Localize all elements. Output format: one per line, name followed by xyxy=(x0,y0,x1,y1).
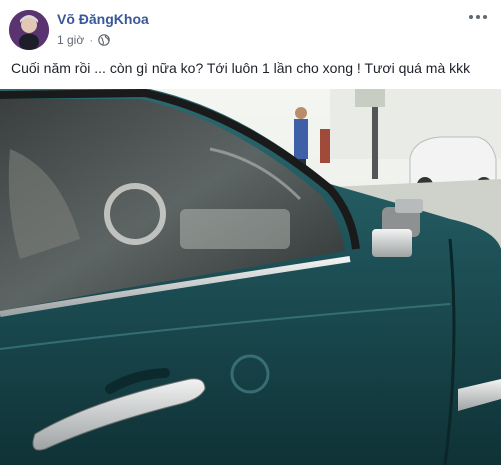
globe-icon[interactable] xyxy=(98,34,111,46)
car-photo xyxy=(0,89,501,465)
more-options-icon[interactable] xyxy=(469,10,487,24)
post-header: Võ ĐăngKhoa 1 giờ · xyxy=(0,0,501,56)
facebook-post: Võ ĐăngKhoa 1 giờ · Cuối năm rồi ... còn… xyxy=(0,0,501,465)
meta-separator: · xyxy=(89,33,94,47)
avatar[interactable] xyxy=(9,10,49,50)
post-text: Cuối năm rồi ... còn gì nữa ko? Tới luôn… xyxy=(11,60,471,76)
post-time[interactable]: 1 giờ xyxy=(57,33,84,47)
post-meta: 1 giờ · xyxy=(57,33,111,47)
post-photo[interactable] xyxy=(0,89,501,465)
author-name[interactable]: Võ ĐăngKhoa xyxy=(57,11,149,27)
avatar-image xyxy=(9,10,49,50)
